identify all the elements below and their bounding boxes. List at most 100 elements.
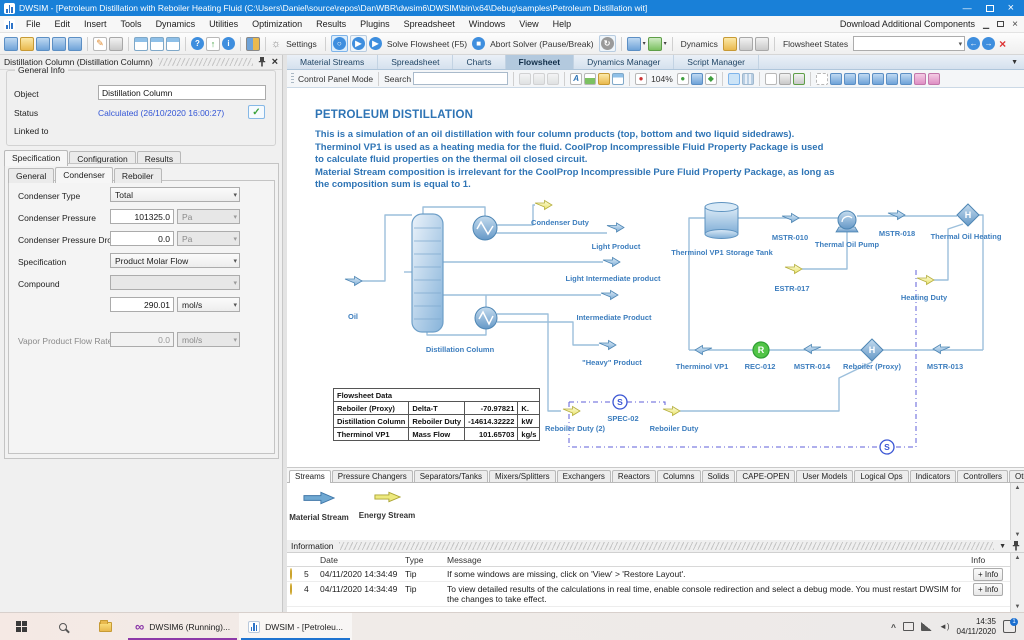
- taskbar-clock[interactable]: 14:35 04/11/2020: [957, 617, 996, 636]
- subtab-condenser[interactable]: Condenser: [55, 167, 113, 183]
- paste-icon[interactable]: [547, 73, 559, 85]
- chart-icon[interactable]: [584, 73, 596, 85]
- copy-icon[interactable]: [533, 73, 545, 85]
- menu-insert[interactable]: Insert: [77, 16, 114, 32]
- align-top-icon[interactable]: [872, 73, 884, 85]
- condenser-type-combo[interactable]: Total▾: [110, 187, 240, 202]
- open-file-icon[interactable]: [20, 37, 34, 51]
- units-icon[interactable]: [246, 37, 260, 51]
- node-spec02[interactable]: S: [613, 395, 627, 409]
- solve-mode-button[interactable]: ▶: [350, 35, 367, 52]
- menu-help[interactable]: Help: [546, 16, 579, 32]
- menu-utilities[interactable]: Utilities: [202, 16, 245, 32]
- tools-icon[interactable]: [109, 37, 123, 51]
- taskbar-search-icon[interactable]: [42, 613, 84, 640]
- delete-state-icon[interactable]: ×: [997, 37, 1008, 51]
- maximize-button[interactable]: [986, 5, 994, 12]
- help-icon[interactable]: ?: [191, 37, 204, 50]
- node-thermal-oil-heating[interactable]: H: [957, 204, 979, 226]
- network-tray-icon[interactable]: [921, 622, 932, 631]
- stream-reboiler-duty2-icon[interactable]: [563, 407, 580, 416]
- zoom-extents-icon[interactable]: [691, 73, 703, 85]
- condenser-pressure-input[interactable]: [110, 209, 174, 224]
- col-date[interactable]: Date: [317, 553, 402, 567]
- object-input[interactable]: [98, 85, 266, 100]
- information-row[interactable]: 4 04/11/2020 14:34:49 Tip To view detail…: [287, 582, 1010, 607]
- node-condenser[interactable]: [473, 216, 497, 240]
- zoom-selection-icon[interactable]: ◆: [705, 73, 717, 85]
- palette-tab-user-models[interactable]: User Models: [796, 470, 853, 482]
- flow-unit-combo[interactable]: mol/s▾: [177, 297, 240, 312]
- file-explorer-icon[interactable]: [84, 613, 126, 640]
- tab-script-manager[interactable]: Script Manager: [674, 55, 759, 69]
- information-pin-icon[interactable]: [1012, 541, 1020, 551]
- settings-button[interactable]: Settings: [283, 39, 320, 49]
- mdi-minimize-button[interactable]: ▁: [983, 20, 989, 29]
- state-forward-icon[interactable]: →: [982, 37, 995, 50]
- taskbar-dwsim-button[interactable]: DWSIM - [Petroleu...: [239, 613, 352, 640]
- distribute-vertical-icon[interactable]: [928, 73, 940, 85]
- menu-optimization[interactable]: Optimization: [245, 16, 309, 32]
- palette-tab-pressure-changers[interactable]: Pressure Changers: [332, 470, 413, 482]
- table-icon[interactable]: [612, 73, 624, 85]
- stream-heating-duty-icon[interactable]: [917, 276, 934, 285]
- menu-view[interactable]: View: [512, 16, 545, 32]
- zoom-level[interactable]: 104%: [649, 74, 675, 84]
- tab-dynamics-manager[interactable]: Dynamics Manager: [574, 55, 674, 69]
- new-file-icon[interactable]: [4, 37, 18, 51]
- flowsheet-canvas[interactable]: PETROLEUM DISTILLATION This is a simulat…: [287, 88, 1024, 467]
- save-as-icon[interactable]: [52, 37, 66, 51]
- dynamics-snapshot-icon[interactable]: [739, 37, 753, 51]
- mdi-close-button[interactable]: ×: [1012, 19, 1018, 30]
- global-solve-toggle[interactable]: ○: [331, 35, 348, 52]
- print-preview-icon[interactable]: [793, 73, 805, 85]
- compose-icon[interactable]: ✎: [93, 37, 107, 51]
- tab-flowsheet[interactable]: Flowsheet: [506, 55, 575, 69]
- zoom-in-icon[interactable]: ●: [677, 73, 689, 85]
- select-all-icon[interactable]: [816, 73, 828, 85]
- state-back-icon[interactable]: ←: [967, 37, 980, 50]
- node-recycle-rec012[interactable]: R: [753, 342, 769, 358]
- menu-results[interactable]: Results: [309, 16, 353, 32]
- align-middle-icon[interactable]: [886, 73, 898, 85]
- grid-toggle-icon[interactable]: [728, 73, 740, 85]
- stream-oil-icon[interactable]: [345, 277, 362, 286]
- palette-tab-mixers[interactable]: Mixers/Splitters: [489, 470, 556, 482]
- information-scrollbar[interactable]: ▲▼: [1010, 553, 1024, 612]
- palette-tab-columns[interactable]: Columns: [657, 470, 701, 482]
- menu-spreadsheet[interactable]: Spreadsheet: [397, 16, 462, 32]
- stream-mstr013-icon[interactable]: [933, 345, 950, 354]
- dynamics-wand-icon[interactable]: [723, 37, 737, 51]
- node-reboiler[interactable]: [475, 307, 497, 329]
- info-button[interactable]: + Info: [973, 568, 1003, 581]
- menu-dynamics[interactable]: Dynamics: [149, 16, 203, 32]
- specification-combo[interactable]: Product Molar Flow▾: [110, 253, 240, 268]
- palette-scrollbar[interactable]: ▲▼: [1010, 483, 1024, 540]
- font-icon[interactable]: A: [570, 73, 582, 85]
- stream-estr017-icon[interactable]: [785, 265, 802, 274]
- solve-flowsheet-icon[interactable]: ▶: [369, 37, 382, 50]
- palette-tab-logical-ops[interactable]: Logical Ops: [854, 470, 908, 482]
- status-check-button[interactable]: ✓: [248, 105, 265, 119]
- flowsheet-states-combo[interactable]: ▾: [853, 36, 965, 51]
- tab-specification[interactable]: Specification: [4, 150, 68, 166]
- node-distillation-column[interactable]: [412, 214, 443, 332]
- save-all-icon[interactable]: [68, 37, 82, 51]
- tray-expand-icon[interactable]: ^: [891, 622, 896, 632]
- display-tray-icon[interactable]: [903, 622, 914, 631]
- cascade-windows-icon[interactable]: [134, 37, 148, 51]
- palette-tab-indicators[interactable]: Indicators: [910, 470, 957, 482]
- col-type[interactable]: Type: [402, 553, 444, 567]
- save-icon[interactable]: [36, 37, 50, 51]
- stream-mstr018-icon[interactable]: [888, 211, 905, 220]
- stream-light-product-icon[interactable]: [607, 223, 624, 232]
- volume-tray-icon[interactable]: ◄): [939, 622, 950, 631]
- stream-intermediate-icon[interactable]: [601, 291, 618, 300]
- align-right-icon[interactable]: [858, 73, 870, 85]
- palette-tab-controllers[interactable]: Controllers: [957, 470, 1008, 482]
- tile-vertical-icon[interactable]: [150, 37, 164, 51]
- info-button[interactable]: + Info: [973, 583, 1003, 596]
- cut-icon[interactable]: [519, 73, 531, 85]
- condenser-pressure-drop-input[interactable]: [110, 231, 174, 246]
- tab-charts[interactable]: Charts: [453, 55, 505, 69]
